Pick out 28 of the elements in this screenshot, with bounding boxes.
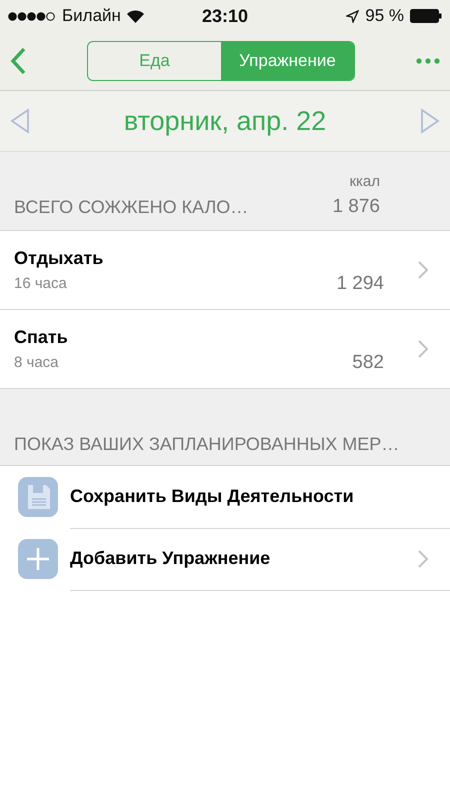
signal-icon (8, 12, 56, 20)
chevron-icon (418, 550, 428, 568)
section-header: ВСЕГО СОЖЖЕНО КАЛО… (14, 197, 248, 218)
plus-icon (18, 539, 58, 579)
action-item[interactable]: Сохранить Виды Деятельности (70, 486, 354, 507)
section-header: ПОКАЗ ВАШИХ ЗАПЛАНИРОВАННЫХ МЕР… (14, 434, 400, 455)
wifi-icon (126, 10, 144, 22)
action-item[interactable]: Добавить Упражнение (70, 548, 270, 569)
next-day-icon[interactable] (420, 108, 440, 134)
activity-calories: 582 (352, 352, 384, 374)
chevron-icon (418, 340, 428, 358)
more-icon[interactable] (416, 58, 440, 64)
chevron-icon (418, 261, 428, 279)
unit-label: ккал (349, 173, 380, 190)
activity-calories: 1 294 (336, 273, 384, 295)
clock-time: 23:10 (202, 6, 248, 26)
activity-duration: 16 часа (14, 275, 68, 292)
back-icon[interactable] (10, 47, 26, 75)
battery-percent: 95 % (365, 6, 404, 26)
previous-day-icon[interactable] (10, 108, 30, 134)
battery-icon (410, 9, 442, 23)
activity-name[interactable]: Отдыхать (14, 248, 336, 269)
total-calories: 1 876 (332, 196, 380, 218)
date-title: вторник, апр. 22 (124, 106, 326, 136)
location-arrow-icon (346, 10, 360, 22)
activity-name[interactable]: Спать (14, 327, 352, 348)
carrier-name: Билайн (62, 6, 121, 26)
activity-duration: 8 часа (14, 354, 60, 371)
